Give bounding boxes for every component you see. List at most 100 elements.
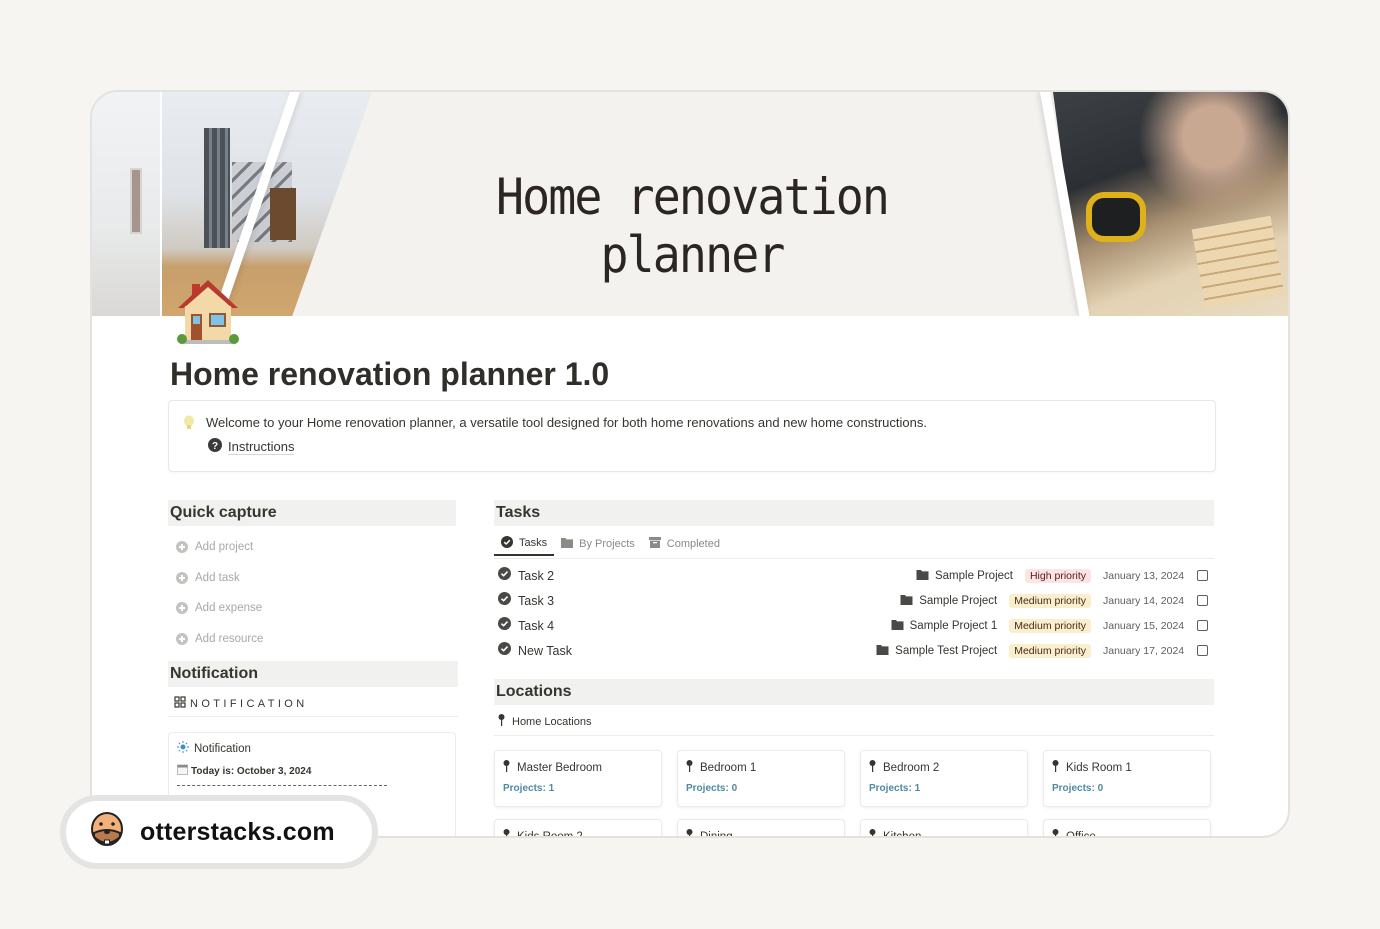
locations-heading: Locations: [494, 679, 1214, 705]
instructions-link[interactable]: ? Instructions: [208, 438, 295, 455]
location-card[interactable]: Master Bedroom Projects: 1: [494, 750, 662, 807]
pin-icon: [686, 760, 693, 775]
archive-icon: [648, 537, 661, 551]
cover-title: Home renovation planner: [495, 168, 890, 284]
plus-circle-icon: [176, 602, 188, 615]
task-date: January 15, 2024: [1103, 619, 1185, 632]
gallery-grid-icon: [174, 696, 186, 711]
tasks-view-tabs: Tasks By Projects Completed: [494, 532, 727, 558]
task-project-name: Sample Project 1: [909, 619, 998, 632]
plus-circle-icon: [176, 571, 188, 584]
task-project-name: Sample Test Project: [895, 644, 998, 657]
otterstacks-watermark: otterstacks.com: [60, 795, 378, 869]
tab-completed-label: Completed: [666, 538, 720, 550]
task-project-link[interactable]: Sample Project: [900, 594, 997, 608]
task-date: January 17, 2024: [1103, 644, 1185, 657]
task-row[interactable]: New Task Sample Test Project Medium prio…: [498, 638, 1214, 663]
plus-circle-icon: [176, 541, 188, 554]
welcome-callout: Welcome to your Home renovation planner,…: [168, 400, 1216, 472]
task-date: January 13, 2024: [1103, 569, 1185, 582]
priority-badge: Medium priority: [1009, 643, 1091, 658]
priority-badge: High priority: [1024, 568, 1091, 583]
task-row[interactable]: Task 4 Sample Project 1 Medium priority …: [498, 613, 1214, 638]
done-checkbox[interactable]: [1197, 570, 1208, 581]
pin-icon: [503, 760, 510, 775]
add-task-label: Add task: [195, 571, 240, 584]
instructions-label: Instructions: [228, 438, 295, 455]
location-card[interactable]: Kids Room 1 Projects: 0: [1043, 750, 1211, 807]
task-date: January 14, 2024: [1103, 594, 1185, 607]
location-name: Master Bedroom: [517, 761, 603, 774]
check-circle-icon: [498, 566, 511, 585]
add-resource-label: Add resource: [195, 632, 264, 645]
tab-by-projects[interactable]: By Projects: [554, 532, 642, 556]
task-row[interactable]: Task 2 Sample Project High priority Janu…: [498, 563, 1214, 588]
location-name: Office: [1066, 830, 1096, 838]
task-name[interactable]: Task 4: [518, 619, 554, 633]
sun-icon: [177, 741, 189, 756]
task-row[interactable]: Task 3 Sample Project Medium priority Ja…: [498, 588, 1214, 613]
quick-capture-list: Add project Add task Add expense Add res…: [176, 532, 263, 654]
tab-tasks[interactable]: Tasks: [494, 532, 555, 556]
add-expense-label: Add expense: [195, 602, 263, 615]
done-checkbox[interactable]: [1197, 595, 1208, 606]
folder-icon: [561, 537, 574, 551]
check-circle-icon: [498, 591, 511, 610]
task-project-link[interactable]: Sample Project: [916, 569, 1013, 583]
add-project-button[interactable]: Add project: [176, 532, 263, 563]
house-icon[interactable]: [172, 276, 244, 348]
divider: [494, 735, 1214, 736]
location-projects-count: Projects: 0: [686, 783, 738, 794]
location-projects-count: Projects: 0: [1052, 783, 1104, 794]
locations-gallery: Master Bedroom Projects: 1 Bedroom 1 Pro…: [494, 750, 1214, 838]
notion-page-window: Home renovation planner Home renovation …: [90, 90, 1290, 838]
location-card[interactable]: Dining: [677, 819, 845, 836]
home-locations-view-tab[interactable]: Home Locations: [498, 714, 592, 729]
tab-by-projects-label: By Projects: [579, 538, 635, 550]
task-project-link[interactable]: Sample Project 1: [891, 619, 998, 633]
location-card[interactable]: Office: [1043, 819, 1211, 838]
quick-capture-heading: Quick capture: [168, 500, 456, 526]
task-project-name: Sample Project: [934, 569, 1013, 582]
dashed-divider: [177, 785, 387, 786]
task-project-link[interactable]: Sample Test Project: [876, 644, 997, 658]
check-circle-icon: [498, 616, 511, 635]
add-task-button[interactable]: Add task: [176, 563, 263, 594]
location-card[interactable]: Bedroom 1 Projects: 0: [677, 750, 845, 807]
location-name: Kitchen: [883, 830, 922, 838]
priority-badge: Medium priority: [1009, 618, 1091, 633]
page-title: Home renovation planner 1.0: [170, 356, 610, 392]
pin-icon: [869, 760, 876, 775]
done-checkbox[interactable]: [1197, 620, 1208, 631]
watermark-text: otterstacks.com: [140, 817, 335, 846]
home-locations-label: Home Locations: [512, 715, 592, 728]
folder-icon: [900, 594, 913, 608]
folder-icon: [891, 619, 904, 633]
pin-icon: [869, 829, 876, 836]
notification-view-label: NOTIFICATION: [190, 697, 308, 710]
otter-icon: [90, 811, 124, 854]
notification-view-tab[interactable]: NOTIFICATION: [174, 696, 308, 711]
location-name: Bedroom 1: [700, 761, 757, 774]
add-project-label: Add project: [195, 541, 254, 554]
location-name: Kids Room 1: [1066, 761, 1132, 774]
add-expense-button[interactable]: Add expense: [176, 593, 263, 624]
location-card[interactable]: Kitchen: [860, 819, 1028, 838]
location-card[interactable]: Bedroom 2 Projects: 1: [860, 750, 1028, 807]
location-card[interactable]: Kids Room 2: [494, 819, 662, 836]
welcome-text: Welcome to your Home renovation planner,…: [206, 415, 927, 430]
task-name[interactable]: Task 3: [518, 594, 554, 608]
done-checkbox[interactable]: [1197, 645, 1208, 656]
tab-completed[interactable]: Completed: [642, 532, 727, 556]
plus-circle-icon: [176, 632, 188, 645]
pin-icon: [1052, 760, 1059, 775]
cover-image: Home renovation planner: [92, 92, 1288, 316]
folder-icon: [916, 569, 929, 583]
notification-heading: Notification: [168, 661, 458, 687]
calendar-icon: [177, 764, 188, 778]
task-name[interactable]: New Task: [518, 644, 572, 658]
divider: [168, 716, 458, 717]
lightbulb-icon: [183, 415, 195, 436]
add-resource-button[interactable]: Add resource: [176, 624, 263, 655]
task-name[interactable]: Task 2: [518, 569, 554, 583]
